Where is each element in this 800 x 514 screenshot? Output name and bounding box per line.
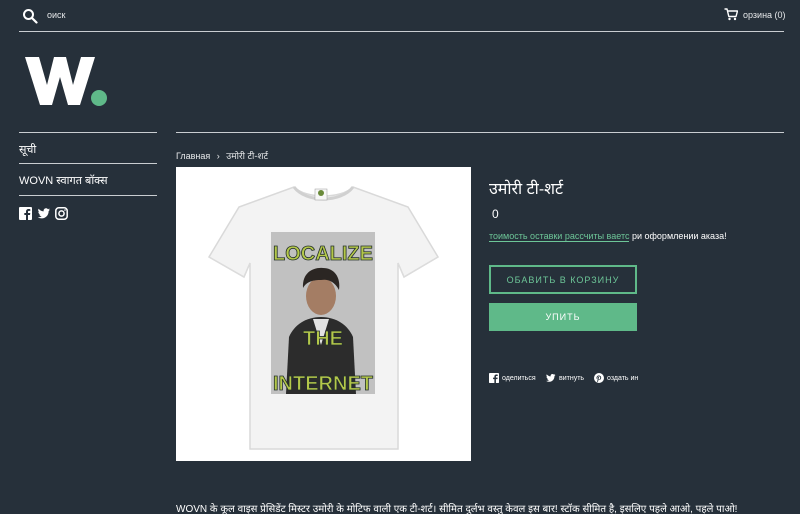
share-pinterest-label: оздать ин <box>607 374 639 382</box>
buy-now-button[interactable]: УПИТЬ <box>489 303 637 331</box>
share-facebook[interactable]: оделиться <box>489 373 536 383</box>
sidebar-divider <box>19 132 157 133</box>
shipping-note-text: ри оформлении аказа! <box>631 231 727 241</box>
print-text-mid: THE <box>303 328 343 350</box>
add-to-cart-button[interactable]: ОБАВИТЬ В КОРЗИНУ <box>489 265 637 294</box>
wovn-logo[interactable] <box>25 55 110 107</box>
content-divider <box>176 132 784 133</box>
pinterest-icon <box>594 373 604 383</box>
share-twitter-label: витнуть <box>559 374 585 382</box>
instagram-icon[interactable] <box>55 207 68 220</box>
search-input[interactable]: оиск <box>47 10 65 20</box>
sidebar-item-welcome-box[interactable]: WOVN स्वागत बॉक्स <box>19 173 108 188</box>
sidebar-item-catalog[interactable]: सूची <box>19 142 36 157</box>
share-facebook-label: оделиться <box>502 374 536 382</box>
cart-icon[interactable] <box>724 8 738 21</box>
sidebar-divider <box>19 195 157 196</box>
facebook-icon[interactable] <box>19 207 32 220</box>
shipping-link[interactable]: тоимость оставки рассчиты ваетс <box>489 231 630 242</box>
cart-link[interactable]: орзина (0) <box>743 10 786 20</box>
header-divider <box>19 31 784 32</box>
product-price: 0 <box>492 207 499 221</box>
breadcrumb: Главная › उमोरी टी-शर्ट <box>176 149 272 162</box>
breadcrumb-home[interactable]: Главная <box>176 151 210 161</box>
breadcrumb-separator: › <box>216 151 220 161</box>
sidebar-divider <box>19 163 157 164</box>
twitter-icon[interactable] <box>37 207 50 220</box>
share-twitter[interactable]: витнуть <box>545 373 584 383</box>
product-title: उमोरी टी-शर्ट <box>489 181 564 198</box>
print-text-top: LOCALIZE <box>273 243 373 265</box>
twitter-icon <box>546 374 556 382</box>
facebook-icon <box>489 373 499 383</box>
print-text-bottom: INTERNET <box>273 373 373 395</box>
shipping-note: тоимость оставки рассчиты ваетс ри оформ… <box>489 231 727 242</box>
product-image[interactable]: LOCALIZE THE INTERNET <box>176 167 471 461</box>
search-icon[interactable] <box>22 8 38 24</box>
product-description: WOVN के कूल वाइस प्रेसिडेंट मिस्टर उमोरी… <box>176 504 738 514</box>
breadcrumb-current: उमोरी टी-शर्ट <box>226 151 268 161</box>
share-pinterest[interactable]: оздать ин <box>594 373 638 383</box>
